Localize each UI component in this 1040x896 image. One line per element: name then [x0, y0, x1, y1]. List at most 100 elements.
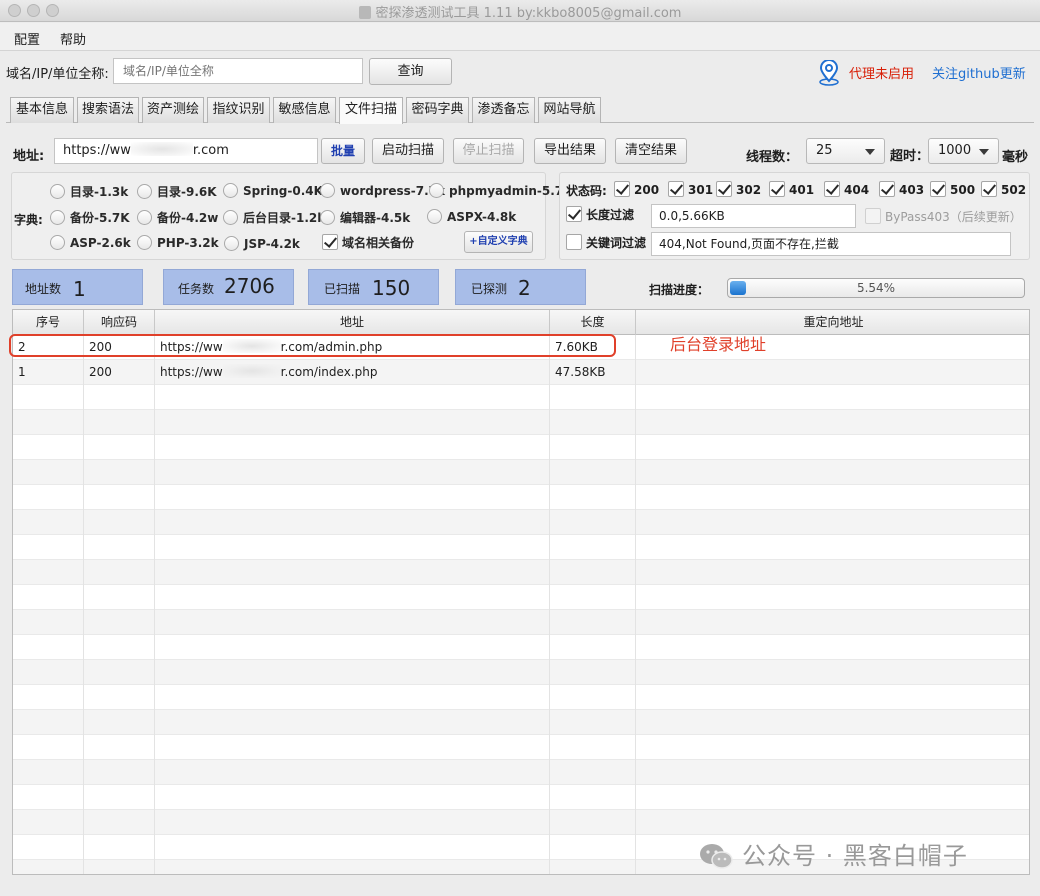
col-header-no[interactable]: 序号	[13, 310, 84, 335]
stat-label: 地址数	[25, 282, 62, 296]
status-302-checkbox[interactable]: 302	[716, 181, 761, 197]
bypass403-checkbox[interactable]: ByPass403（后续更新）	[865, 208, 1022, 225]
tab-file-scan[interactable]: 文件扫描	[339, 97, 403, 124]
radio-icon	[50, 184, 65, 199]
dict-option-dir-9.6k[interactable]: 目录-9.6K	[137, 183, 217, 200]
github-link[interactable]: 关注github更新	[932, 63, 1026, 82]
annotation-note: 后台登录地址	[670, 335, 767, 354]
custom-dict-button[interactable]: +自定义字典	[464, 231, 533, 253]
dictionary-label: 字典:	[14, 213, 43, 227]
stat-label: 已探测	[471, 282, 508, 296]
domain-backup-checkbox[interactable]: 域名相关备份	[322, 234, 414, 251]
address-suffix: r.com	[192, 143, 229, 158]
radio-icon	[223, 183, 238, 198]
tab-basic-info[interactable]: 基本信息	[10, 97, 74, 123]
watermark-text: 公众号 · 黑客白帽子	[742, 842, 968, 870]
window-title: 密探渗透测试工具 1.11 by:kkbo8005@gmail.com	[0, 2, 1040, 21]
radio-icon	[427, 209, 442, 224]
empty-table-row	[13, 585, 1029, 610]
dict-option-php[interactable]: PHP-3.2k	[137, 235, 219, 250]
scan-progress-bar: 5.54%	[727, 278, 1025, 298]
empty-table-row	[13, 460, 1029, 485]
checkbox-checked-icon	[668, 181, 684, 197]
checkbox-checked-icon	[716, 181, 732, 197]
cell-code: 200	[84, 360, 155, 385]
results-table[interactable]: 序号 响应码 地址 长度 重定向地址 2 200 https://ww r.com…	[12, 309, 1030, 875]
empty-table-row	[13, 410, 1029, 435]
status-500-checkbox[interactable]: 500	[930, 181, 975, 197]
cell-no: 1	[13, 360, 84, 385]
address-prefix: https://ww	[63, 143, 131, 158]
col-header-code[interactable]: 响应码	[84, 310, 155, 335]
dict-option-aspx[interactable]: ASPX-4.8k	[427, 209, 516, 224]
clear-results-button[interactable]: 清空结果	[615, 138, 687, 164]
tab-sensitive-info[interactable]: 敏感信息	[273, 97, 336, 123]
checkbox-checked-icon	[930, 181, 946, 197]
status-403-checkbox[interactable]: 403	[879, 181, 924, 197]
checkbox-checked-icon	[614, 181, 630, 197]
dict-option-wordpress[interactable]: wordpress-7.7k	[320, 183, 445, 198]
tab-fingerprint[interactable]: 指纹识别	[207, 97, 270, 123]
address-label: 地址:	[13, 149, 45, 164]
tab-asset-mapping[interactable]: 资产测绘	[142, 97, 204, 123]
stat-label: 任务数	[178, 282, 215, 296]
checkbox-checked-icon	[879, 181, 895, 197]
tab-pentest-notes[interactable]: 渗透备忘	[472, 97, 535, 123]
location-pin-icon	[819, 60, 839, 86]
tab-password-dict[interactable]: 密码字典	[406, 97, 469, 123]
dict-option-dir-1.3k[interactable]: 目录-1.3k	[50, 183, 128, 200]
status-301-checkbox[interactable]: 301	[668, 181, 713, 197]
status-200-checkbox[interactable]: 200	[614, 181, 659, 197]
progress-text: 5.54%	[856, 281, 896, 295]
col-header-url[interactable]: 地址	[155, 310, 550, 335]
export-results-button[interactable]: 导出结果	[534, 138, 606, 164]
dict-option-spring[interactable]: Spring-0.4K	[223, 183, 323, 198]
dict-option-phpmyadmin[interactable]: phpmyadmin-5.7k	[429, 183, 571, 198]
empty-table-row	[13, 435, 1029, 460]
timeout-select[interactable]: 1000	[928, 138, 999, 164]
length-filter-input[interactable]: 0.0,5.66KB	[651, 204, 856, 228]
query-label: 域名/IP/单位全称:	[6, 67, 109, 82]
status-401-checkbox[interactable]: 401	[769, 181, 814, 197]
length-filter-checkbox[interactable]: 长度过滤	[566, 206, 634, 223]
keyword-filter-input[interactable]: 404,Not Found,页面不存在,拦截	[651, 232, 1011, 256]
watermark: 公众号 · 黑客白帽子	[698, 836, 968, 871]
tab-search-syntax[interactable]: 搜索语法	[77, 97, 139, 123]
stat-label: 已扫描	[324, 282, 361, 296]
menu-config[interactable]: 配置	[14, 29, 40, 48]
timeout-unit: 毫秒	[1002, 150, 1029, 165]
cell-url: https://ww r.com/index.php	[155, 360, 550, 385]
empty-table-row	[13, 810, 1029, 835]
start-scan-button[interactable]: 启动扫描	[372, 138, 444, 164]
table-row[interactable]: 1 200 https://ww r.com/index.php 47.58KB	[13, 360, 1029, 385]
query-button[interactable]: 查询	[369, 58, 452, 85]
dict-option-jsp[interactable]: JSP-4.2k	[224, 236, 300, 251]
checkbox-unchecked-icon	[566, 234, 582, 250]
stat-value: 150	[372, 276, 411, 300]
menu-help[interactable]: 帮助	[60, 29, 86, 48]
tab-site-nav[interactable]: 网站导航	[538, 97, 601, 123]
redacted-domain	[130, 142, 193, 156]
dict-option-asp[interactable]: ASP-2.6k	[50, 235, 131, 250]
status-502-checkbox[interactable]: 502	[981, 181, 1026, 197]
radio-icon	[429, 183, 444, 198]
stat-value: 2706	[224, 274, 275, 298]
stop-scan-button[interactable]: 停止扫描	[453, 138, 524, 164]
progress-label: 扫描进度：	[649, 283, 710, 297]
stat-scanned-count: 已扫描 150	[308, 269, 439, 305]
query-input[interactable]	[113, 58, 363, 84]
threads-select[interactable]: 25	[806, 138, 885, 164]
dict-option-backup-4.2w[interactable]: 备份-4.2w	[137, 209, 218, 226]
empty-table-row	[13, 760, 1029, 785]
empty-table-row	[13, 560, 1029, 585]
status-404-checkbox[interactable]: 404	[824, 181, 869, 197]
radio-icon	[137, 184, 152, 199]
batch-button[interactable]: 批量	[321, 138, 365, 164]
dict-option-admin-dir[interactable]: 后台目录-1.2k	[223, 209, 325, 226]
keyword-filter-checkbox[interactable]: 关键词过滤	[566, 234, 646, 251]
address-input[interactable]: https://ww r.com	[54, 138, 318, 164]
col-header-length[interactable]: 长度	[550, 310, 636, 335]
dict-option-backup-5.7k[interactable]: 备份-5.7K	[50, 209, 130, 226]
annotation-highlight-box	[9, 334, 616, 357]
dict-option-editor[interactable]: 编辑器-4.5k	[320, 209, 410, 226]
